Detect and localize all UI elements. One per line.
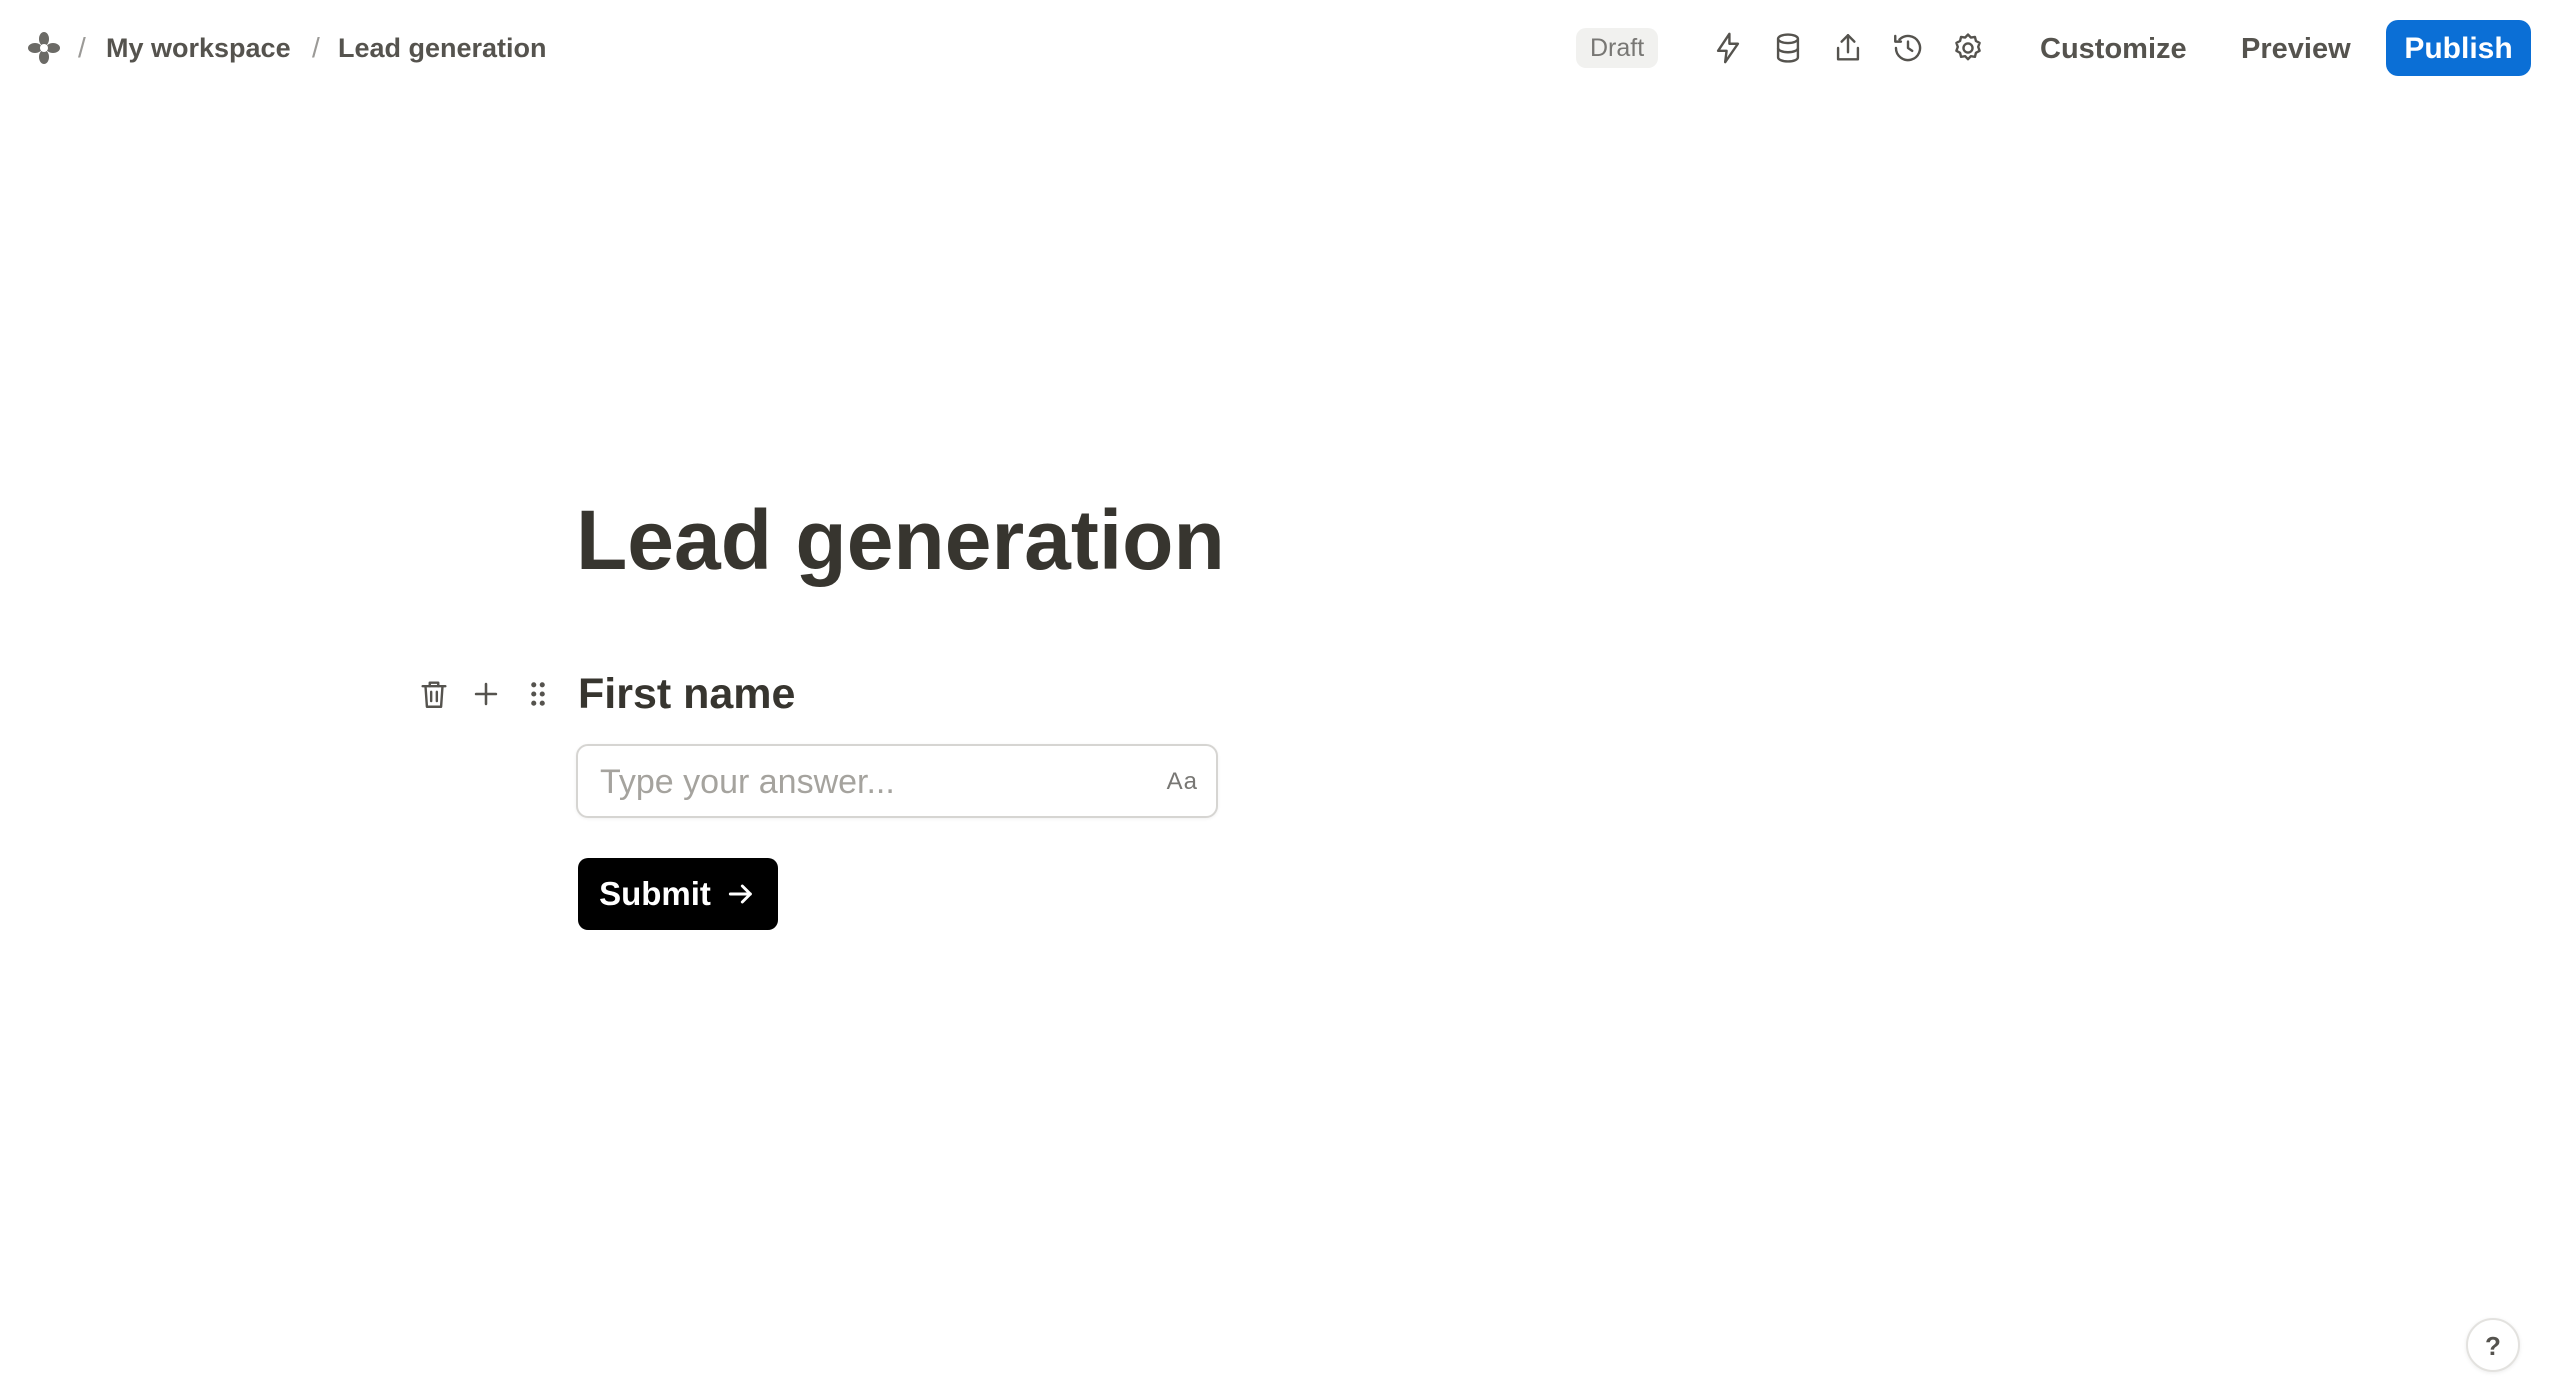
drag-handle-icon[interactable] (518, 672, 558, 716)
status-badge: Draft (1576, 28, 1659, 68)
text-type-toggle[interactable]: Aa (1167, 764, 1198, 800)
history-icon[interactable] (1890, 30, 1926, 66)
share-icon[interactable] (1830, 30, 1866, 66)
breadcrumb-page[interactable]: Lead generation (338, 30, 547, 66)
form-builder-page: / My workspace / Lead generation Draft C… (0, 0, 2552, 1400)
breadcrumb-separator: / (312, 32, 320, 63)
submit-label: Submit (599, 875, 711, 912)
breadcrumb-separator: / (78, 32, 86, 63)
settings-icon[interactable] (1950, 30, 1986, 66)
preview-button[interactable]: Preview (2241, 22, 2351, 76)
logo-icon[interactable] (26, 30, 62, 66)
customize-button[interactable]: Customize (2040, 22, 2187, 76)
form-title[interactable]: Lead generation (576, 488, 1225, 592)
breadcrumb-workspace[interactable]: My workspace (106, 30, 291, 66)
help-button[interactable]: ? (2466, 1318, 2520, 1372)
arrow-right-icon (728, 884, 752, 904)
answer-input[interactable] (598, 746, 1122, 818)
question-label[interactable]: First name (578, 664, 795, 724)
submit-button[interactable]: Submit (578, 858, 778, 930)
plus-icon[interactable] (466, 672, 506, 716)
answer-field[interactable]: Aa (576, 744, 1218, 818)
publish-button[interactable]: Publish (2386, 20, 2531, 76)
trash-icon[interactable] (414, 672, 454, 716)
top-bar: / My workspace / Lead generation Draft C… (0, 0, 2552, 96)
database-icon[interactable] (1770, 30, 1806, 66)
lightning-icon[interactable] (1710, 30, 1746, 66)
